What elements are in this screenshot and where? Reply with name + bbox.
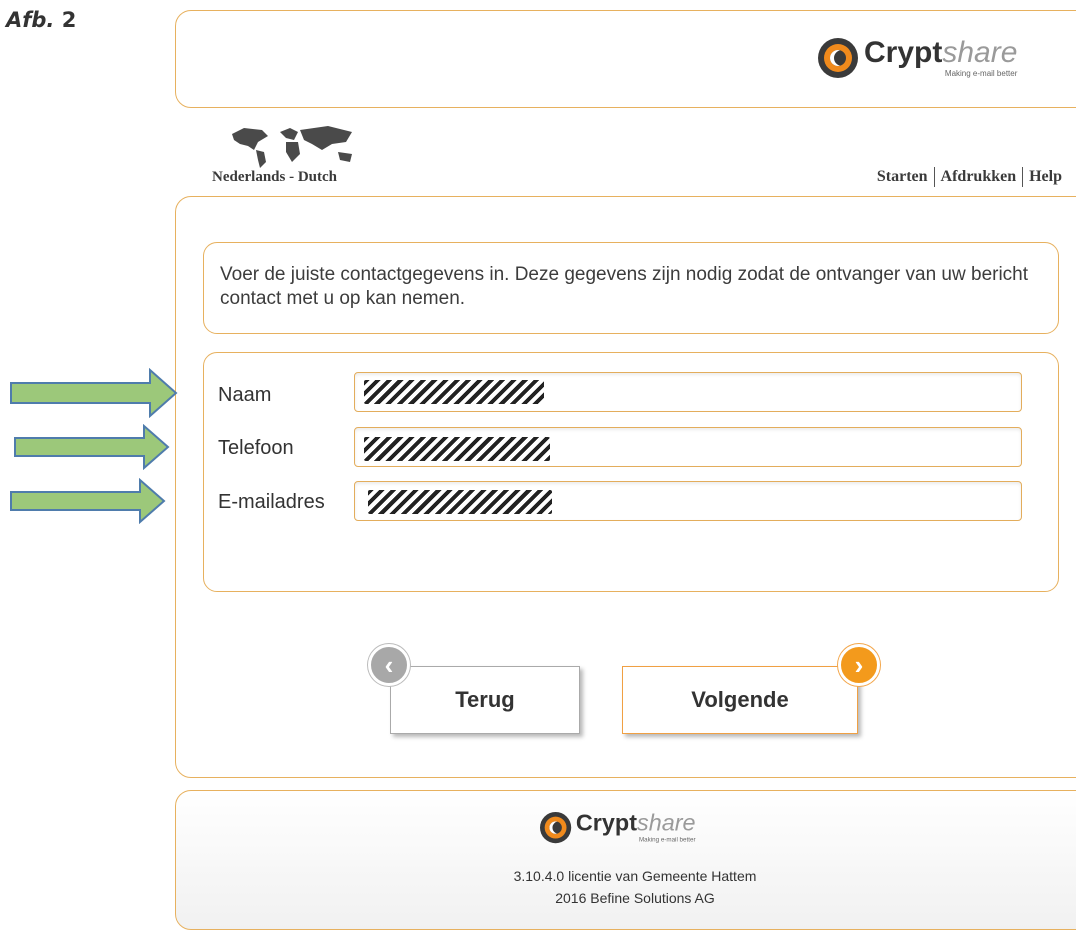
figure-label: Afb. 2 <box>6 8 76 32</box>
next-button-label: Volgende <box>691 687 789 712</box>
redacted-email <box>368 490 552 514</box>
brand-name-light: share <box>942 36 1018 69</box>
figure-label-number: 2 <box>61 8 77 32</box>
footer-brand-tagline: Making e-mail better <box>638 836 696 844</box>
redacted-phone <box>364 437 550 461</box>
brand-name-bold: Crypt <box>864 36 943 69</box>
cryptshare-logo: Cryptshare Making e-mail better <box>818 38 1017 78</box>
language-selector[interactable]: Nederlands - Dutch <box>212 169 337 186</box>
instruction-box: Voer de juiste contactgegevens in. Deze … <box>203 242 1059 334</box>
annotation-arrow-phone <box>14 424 170 470</box>
brand-tagline: Making e-mail better <box>944 69 1018 78</box>
chevron-right-icon[interactable]: › <box>838 644 880 686</box>
cryptshare-logo-icon <box>818 38 858 78</box>
nav-help[interactable]: Help <box>1029 168 1062 186</box>
chevron-left-icon[interactable]: ‹ <box>368 644 410 686</box>
copyright-text: 2016 Befine Solutions AG <box>555 890 715 906</box>
top-navigation: Starten Afdrukken Help <box>877 167 1062 187</box>
license-text: 3.10.4.0 licentie van Gemeente Hattem <box>513 868 757 884</box>
nav-starten[interactable]: Starten <box>877 168 928 186</box>
footer-cryptshare-logo: Cryptshare Making e-mail better <box>540 810 696 844</box>
figure-label-prefix: Afb. <box>6 8 55 32</box>
redacted-name <box>364 380 544 404</box>
nav-divider <box>933 167 935 187</box>
nav-divider <box>1022 167 1024 187</box>
footer-brand-name-bold: Crypt <box>575 810 637 837</box>
footer-logo-icon <box>540 812 572 844</box>
annotation-arrow-name <box>10 368 178 418</box>
name-label: Naam <box>218 384 272 406</box>
back-button[interactable]: Terug <box>390 666 580 734</box>
back-button-label: Terug <box>455 687 515 712</box>
footer-brand-name-light: share <box>636 810 696 837</box>
email-label: E-mailadres <box>218 491 325 513</box>
world-map-icon[interactable] <box>228 124 364 168</box>
next-button[interactable]: Volgende <box>622 666 858 734</box>
phone-label: Telefoon <box>218 437 294 459</box>
nav-afdrukken[interactable]: Afdrukken <box>941 168 1017 186</box>
annotation-arrow-email <box>10 478 166 524</box>
instruction-text: Voer de juiste contactgegevens in. Deze … <box>220 264 1029 309</box>
